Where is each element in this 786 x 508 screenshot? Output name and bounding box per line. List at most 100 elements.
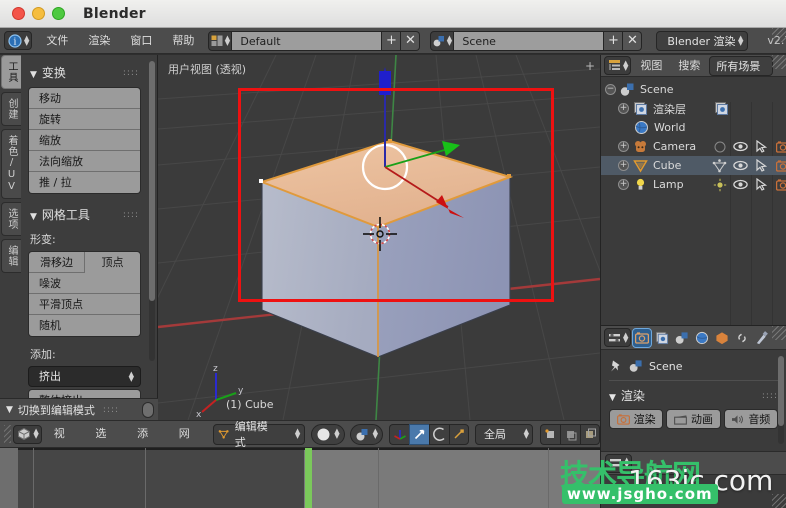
remove-layout-button[interactable]: ✕	[401, 30, 421, 51]
camera-data-icon[interactable]	[709, 138, 730, 155]
properties-scrollbar[interactable]	[778, 356, 784, 444]
outliner-editor-type-button[interactable]: ▲ ▼	[604, 56, 632, 75]
button-edge-slide[interactable]: 滑移边	[29, 252, 85, 273]
scene-selector[interactable]: ▲ ▼ Scene + ✕	[430, 30, 643, 51]
info-editor-type-button[interactable]: i ▲ ▼	[4, 31, 33, 50]
timeline-playhead[interactable]	[305, 448, 312, 508]
expand-icon[interactable]: +	[618, 160, 629, 171]
screen-layout-value[interactable]: Default	[232, 30, 383, 51]
lamp-data-icon[interactable]	[709, 176, 730, 193]
corner-grip-icon[interactable]	[772, 494, 786, 508]
minimize-window-button[interactable]	[32, 7, 45, 20]
scene-name-value[interactable]: Scene	[454, 30, 605, 51]
translate-manipulator-toggle[interactable]	[409, 423, 429, 445]
button-translate[interactable]: 移动	[29, 88, 140, 109]
button-push-pull[interactable]: 推 / 拉	[29, 172, 140, 193]
properties-tab-renderlayers[interactable]	[653, 329, 671, 347]
camera-render-icon[interactable]	[772, 176, 786, 193]
eye-icon[interactable]	[730, 176, 751, 193]
remove-scene-button[interactable]: ✕	[623, 30, 643, 51]
properties-tab-scene[interactable]	[673, 329, 691, 347]
viewport-menu-select[interactable]: 选择	[84, 424, 125, 444]
properties-tab-constraints[interactable]	[733, 329, 751, 347]
properties-editor-type-button[interactable]: ▲ ▼	[604, 328, 632, 347]
cursor-arrow-icon[interactable]	[751, 176, 772, 193]
operator-panel-knob[interactable]	[142, 402, 154, 418]
tab-create[interactable]: 创建	[1, 92, 21, 126]
tool-shelf-scrollbar[interactable]	[149, 61, 155, 361]
panel-header-mesh-tools[interactable]: ▼ 网格工具 ::::	[28, 203, 141, 229]
interaction-mode-dropdown[interactable]: 编辑模式 ▲ ▼	[213, 421, 306, 447]
button-vertex-slide[interactable]: 顶点	[85, 252, 140, 273]
select-extrude[interactable]: 挤出 ▲ ▼	[28, 366, 141, 387]
screen-layout-icon[interactable]: ▲ ▼	[208, 30, 233, 51]
eye-icon[interactable]	[730, 157, 751, 174]
transform-orientation-dropdown[interactable]: 全局 ▲ ▼	[475, 423, 533, 445]
collapse-icon[interactable]: −	[605, 84, 616, 95]
add-layout-button[interactable]: +	[382, 30, 402, 51]
menu-render[interactable]: 渲染	[78, 31, 120, 50]
tab-tools[interactable]: 工具	[1, 55, 21, 89]
close-window-button[interactable]	[12, 7, 25, 20]
viewport-menu-add[interactable]: 添加	[126, 424, 167, 444]
corner-grip-icon[interactable]	[772, 326, 786, 340]
outliner-menu-search[interactable]: 搜索	[671, 56, 707, 75]
eye-icon[interactable]	[730, 138, 751, 155]
outliner-row-world[interactable]: World	[601, 118, 786, 137]
rotate-manipulator-toggle[interactable]	[429, 423, 449, 445]
properties-tab-world[interactable]	[693, 329, 711, 347]
outliner-row-lamp[interactable]: + Lamp	[601, 175, 786, 194]
outliner-renderlayer-datablock-icon[interactable]	[714, 101, 729, 116]
expand-icon[interactable]: +	[618, 179, 629, 190]
outliner-row-cube[interactable]: + Cube	[601, 156, 786, 175]
render-engine-dropdown[interactable]: Blender 渲染 ▲ ▼	[656, 30, 749, 51]
button-smooth-vertex[interactable]: 平滑顶点	[29, 294, 140, 315]
expand-icon[interactable]: +	[618, 103, 629, 114]
limit-selection-toggle[interactable]	[540, 423, 560, 445]
tab-shading-uv[interactable]: 着色/UV	[1, 129, 21, 199]
properties-tab-modifiers[interactable]	[753, 329, 771, 347]
timeline-editor[interactable]	[0, 448, 600, 508]
outliner-menu-view[interactable]: 视图	[633, 56, 669, 75]
outliner-display-mode-dropdown[interactable]: 所有场景	[709, 55, 774, 76]
panel-header-transform[interactable]: ▼ 变换 ::::	[28, 61, 141, 87]
button-noise[interactable]: 噪波	[29, 273, 140, 294]
button-rotate[interactable]: 旋转	[29, 109, 140, 130]
add-scene-button[interactable]: +	[604, 30, 624, 51]
view3d-editor-type-button[interactable]: ▲ ▼	[13, 424, 42, 444]
button-shrink-fatten[interactable]: 法向缩放	[29, 151, 140, 172]
manipulator-enable-toggle[interactable]	[389, 423, 409, 445]
viewport-menu-view[interactable]: 视图	[43, 424, 84, 444]
render-audio-button[interactable]: 音频	[723, 409, 778, 429]
button-scale[interactable]: 缩放	[29, 130, 140, 151]
screen-layout-selector[interactable]: ▲ ▼ Default + ✕	[208, 30, 421, 51]
outliner-row-camera[interactable]: + Camera	[601, 137, 786, 156]
maximize-window-button[interactable]	[52, 7, 65, 20]
properties-tab-render[interactable]	[632, 327, 653, 348]
expand-icon[interactable]: +	[618, 141, 629, 152]
viewport-toolshelf-toggle-icon[interactable]: +	[584, 60, 596, 73]
tab-options[interactable]: 选项	[1, 202, 21, 236]
viewport-3d[interactable]: z y x 用户视图 (透视) (1) Cube +	[158, 55, 600, 420]
right-footer-editor-type-button[interactable]: ▲ ▼	[605, 453, 633, 473]
tab-edit[interactable]: 编辑	[1, 239, 21, 273]
outliner-row-renderlayers[interactable]: + 渲染层	[601, 99, 786, 118]
scene-lock-dropdown[interactable]: ▲ ▼	[349, 423, 383, 445]
viewport-menu-mesh[interactable]: 网格	[168, 424, 209, 444]
corner-grip-icon[interactable]	[772, 55, 786, 69]
menu-window[interactable]: 窗口	[120, 31, 162, 50]
properties-section-render[interactable]: ▼ 渲染 ::::	[609, 385, 778, 409]
mesh-data-icon[interactable]	[709, 157, 730, 174]
xray-toggle[interactable]	[580, 423, 600, 445]
corner-grip-icon[interactable]	[772, 28, 786, 42]
camera-render-icon[interactable]	[772, 157, 786, 174]
menu-file[interactable]: 文件	[36, 31, 78, 50]
scene-datablock-icon[interactable]: ▲ ▼	[430, 30, 455, 51]
pin-icon[interactable]	[609, 359, 623, 373]
outliner-row-scene[interactable]: − Scene	[601, 80, 786, 99]
viewport-shading-dropdown[interactable]: ▲ ▼	[311, 423, 345, 445]
scale-manipulator-toggle[interactable]	[449, 423, 469, 445]
cursor-arrow-icon[interactable]	[751, 138, 772, 155]
camera-render-icon[interactable]	[772, 138, 786, 155]
cursor-arrow-icon[interactable]	[751, 157, 772, 174]
